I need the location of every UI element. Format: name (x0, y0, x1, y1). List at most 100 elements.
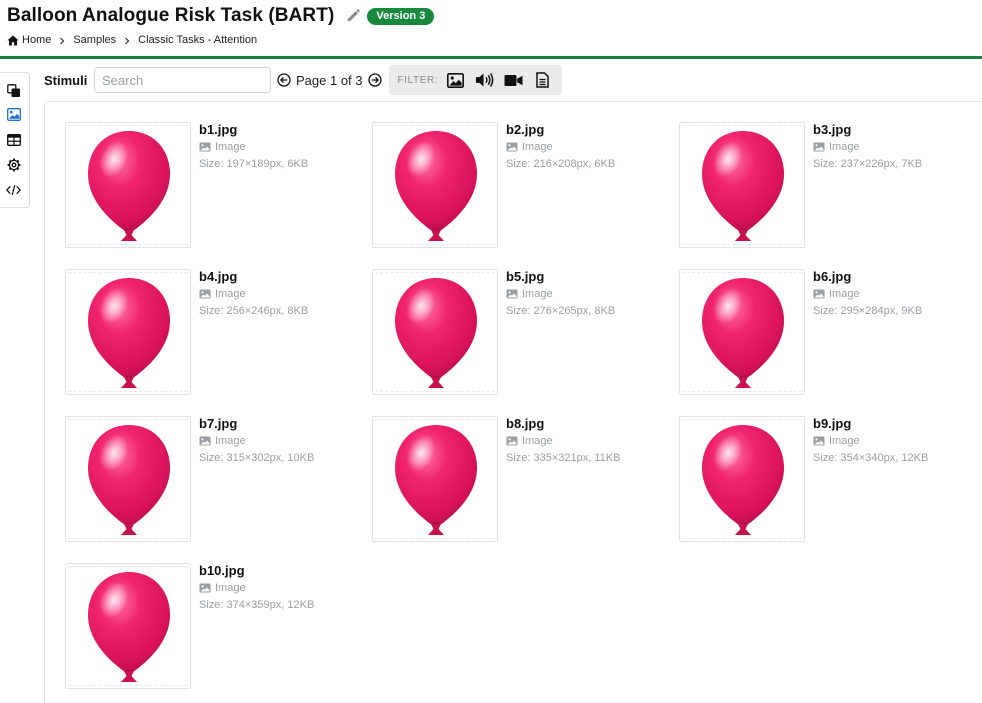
stimulus-filename: b5.jpg (506, 269, 545, 284)
stimulus-card[interactable]: b9.jpg Image Size: 354×340px, 12KB (679, 416, 979, 544)
image-icon (199, 436, 211, 446)
chevron-right-icon (123, 36, 131, 45)
copy-icon[interactable] (6, 83, 21, 98)
stimulus-thumbnail (372, 416, 498, 542)
stimulus-card[interactable]: b3.jpg Image Size: 237×226px, 7KB (679, 122, 979, 250)
balloon-image (88, 425, 170, 535)
breadcrumb-home[interactable]: Home (7, 34, 51, 46)
stimulus-type: Image (199, 288, 246, 300)
version-badge: Version 3 (367, 7, 435, 25)
image-icon (199, 289, 211, 299)
table-icon[interactable] (6, 132, 21, 147)
page-title: Balloon Analogue Risk Task (BART) (7, 5, 335, 26)
stimulus-size: Size: 374×359px, 12KB (199, 599, 315, 611)
header-divider (0, 56, 982, 59)
stimulus-type-label: Image (215, 141, 246, 153)
image-icon (813, 289, 825, 299)
stimulus-thumbnail (65, 563, 191, 689)
stimulus-filename: b6.jpg (813, 269, 852, 284)
balloon-image (702, 278, 784, 388)
stimulus-type-label: Image (522, 141, 553, 153)
stimulus-type: Image (813, 435, 860, 447)
audio-filter-icon[interactable] (475, 71, 494, 90)
image-icon (813, 436, 825, 446)
filter-label: FILTER: (397, 74, 439, 86)
document-filter-icon[interactable] (533, 71, 552, 90)
stimulus-size: Size: 335×321px, 11KB (506, 452, 621, 464)
stimulus-thumbnail (679, 269, 805, 395)
stimulus-thumbnail (679, 122, 805, 248)
stimulus-size: Size: 237×226px, 7KB (813, 158, 923, 170)
stimulus-card[interactable]: b5.jpg Image Size: 276×265px, 8KB (372, 269, 672, 397)
image-icon[interactable] (6, 107, 21, 122)
balloon-image (702, 131, 784, 241)
chevron-right-icon (58, 36, 66, 45)
stimulus-thumbnail (372, 122, 498, 248)
image-icon (199, 142, 211, 152)
stimulus-thumbnail (679, 416, 805, 542)
previous-page-icon[interactable] (277, 73, 291, 87)
stimuli-label: Stimuli (44, 72, 88, 88)
stimulus-thumbnail (65, 416, 191, 542)
stimulus-size: Size: 295×284px, 9KB (813, 305, 923, 317)
stimulus-type: Image (813, 288, 860, 300)
balloon-image (395, 131, 477, 241)
stimulus-thumbnail (372, 269, 498, 395)
image-icon (506, 142, 518, 152)
stimulus-card[interactable]: b7.jpg Image Size: 315×302px, 10KB (65, 416, 365, 544)
stimulus-thumbnail (65, 122, 191, 248)
stimuli-grid: b1.jpg Image Size: 197×189px, 6KB b2.jpg… (44, 101, 982, 703)
stimulus-type-label: Image (829, 435, 860, 447)
stimulus-card[interactable]: b1.jpg Image Size: 197×189px, 6KB (65, 122, 365, 250)
image-filter-icon[interactable] (446, 71, 465, 90)
stimulus-type-label: Image (215, 582, 246, 594)
stimulus-size: Size: 256×246px, 8KB (199, 305, 309, 317)
thumbnail-border (682, 272, 802, 273)
thumbnail-border (68, 566, 188, 567)
breadcrumb: Home Samples Classic Tasks - Attention (7, 34, 257, 46)
stimulus-filename: b4.jpg (199, 269, 238, 284)
stimuli-toolbar: Stimuli Page 1 of 3 FILTER: (44, 65, 563, 95)
page-header: Balloon Analogue Risk Task (BART) Versio… (0, 0, 982, 59)
balloon-image (395, 278, 477, 388)
stimulus-size: Size: 276×265px, 8KB (506, 305, 616, 317)
image-icon (199, 583, 211, 593)
stimulus-type-label: Image (829, 288, 860, 300)
stimulus-type: Image (506, 288, 553, 300)
balloon-image (88, 572, 170, 682)
stimulus-card[interactable]: b4.jpg Image Size: 256×246px, 8KB (65, 269, 365, 397)
breadcrumb-label: Classic Tasks - Attention (138, 34, 258, 46)
stimulus-type-label: Image (215, 435, 246, 447)
pencil-icon[interactable] (345, 8, 361, 24)
stimulus-filename: b3.jpg (813, 122, 852, 137)
pager: Page 1 of 3 (277, 73, 382, 88)
balloon-image (88, 131, 170, 241)
stimulus-card[interactable]: b10.jpg Image Size: 374×359px, 12KB (65, 563, 365, 691)
video-filter-icon[interactable] (504, 71, 523, 90)
stimulus-type: Image (199, 435, 246, 447)
home-icon (7, 35, 19, 46)
code-icon[interactable] (6, 182, 21, 197)
stimulus-filename: b9.jpg (813, 416, 852, 431)
stimulus-filename: b8.jpg (506, 416, 545, 431)
thumbnail-border (68, 125, 188, 126)
stimulus-thumbnail (65, 269, 191, 395)
stimulus-type: Image (199, 141, 246, 153)
thumbnail-border (68, 272, 188, 273)
balloon-image (88, 278, 170, 388)
thumbnail-border (375, 272, 495, 273)
breadcrumb-label: Samples (73, 34, 117, 46)
breadcrumb-current: Classic Tasks - Attention (138, 34, 257, 46)
stimulus-card[interactable]: b8.jpg Image Size: 335×321px, 11KB (372, 416, 672, 544)
stimulus-type: Image (813, 141, 860, 153)
balloon-image (702, 425, 784, 535)
stimulus-size: Size: 216×208px, 6KB (506, 158, 616, 170)
next-page-icon[interactable] (367, 73, 382, 87)
breadcrumb-samples[interactable]: Samples (73, 34, 116, 46)
stimulus-card[interactable]: b2.jpg Image Size: 216×208px, 6KB (372, 122, 672, 250)
gear-icon[interactable] (6, 157, 21, 172)
filter-bar: FILTER: (388, 65, 563, 95)
search-input[interactable] (94, 67, 271, 93)
stimulus-card[interactable]: b6.jpg Image Size: 295×284px, 9KB (679, 269, 979, 397)
stimulus-size: Size: 315×302px, 10KB (199, 452, 315, 464)
